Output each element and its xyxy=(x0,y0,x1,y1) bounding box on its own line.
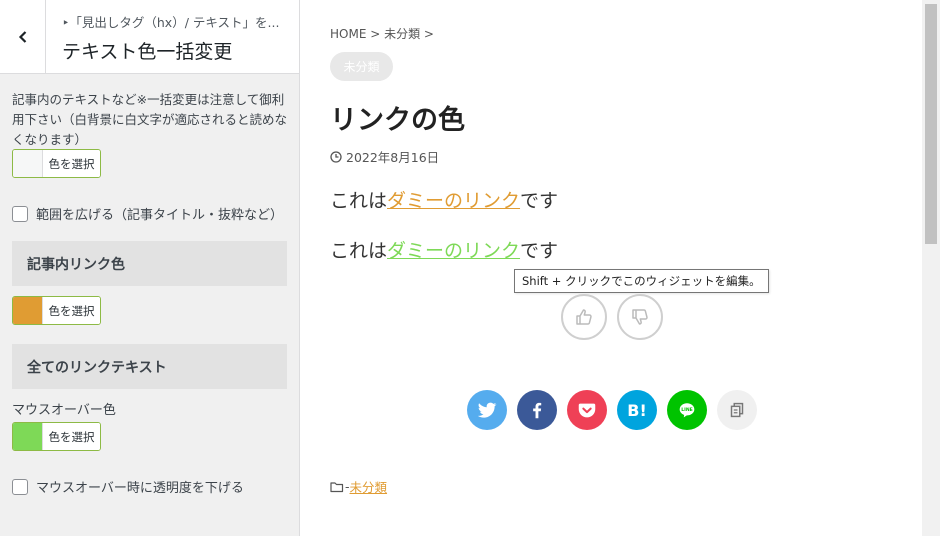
hover-color-picker-button[interactable]: 色を選択 xyxy=(12,422,101,451)
hatena-bookmark-icon: B! xyxy=(627,400,647,420)
hover-color-picker-label: 色を選択 xyxy=(43,423,100,450)
pocket-icon xyxy=(578,403,596,418)
text-color-description: 記事内のテキストなど※一括変更は注意して御利用下さい（白背景に白文字が適応される… xyxy=(12,92,288,147)
text-color-picker-button[interactable]: 色を選択 xyxy=(12,149,101,178)
copy-share-button[interactable] xyxy=(717,390,757,430)
link-color-swatch xyxy=(13,297,43,324)
back-button[interactable] xyxy=(0,0,46,74)
twitter-share-button[interactable] xyxy=(467,390,507,430)
text-color-swatch xyxy=(13,150,43,177)
footer-category-link[interactable]: 未分類 xyxy=(350,477,388,496)
breadcrumb-category-link[interactable]: 未分類 xyxy=(384,27,420,41)
preview-scrollbar-thumb[interactable] xyxy=(925,4,937,244)
category-badge[interactable]: 未分類 xyxy=(330,52,393,81)
breadcrumb: HOME > 未分類 > xyxy=(330,25,434,42)
customizer-panel: ‣「見出しタグ（hx）/ テキスト」を... テキスト色一括変更 記事内のテキス… xyxy=(0,0,300,536)
site-preview: HOME > 未分類 > 未分類 リンクの色 2022年8月16日 これはダミー… xyxy=(300,0,922,536)
pocket-share-button[interactable] xyxy=(567,390,607,430)
panel-header: ‣「見出しタグ（hx）/ テキスト」を... テキスト色一括変更 xyxy=(0,0,299,74)
line-share-button[interactable]: LINE xyxy=(667,390,707,430)
twitter-icon xyxy=(477,402,497,418)
chevron-left-icon xyxy=(18,31,26,43)
link-color-picker-button[interactable]: 色を選択 xyxy=(12,296,101,325)
thumbs-down-icon xyxy=(632,309,648,325)
breadcrumb-separator: > xyxy=(366,27,385,41)
dummy-link[interactable]: ダミーのリンク xyxy=(387,190,520,212)
facebook-icon xyxy=(533,402,542,419)
hatena-share-button[interactable]: B! xyxy=(617,390,657,430)
breadcrumb-home-link[interactable]: HOME xyxy=(330,27,366,41)
line-icon: LINE xyxy=(679,403,695,418)
widen-range-label: 範囲を広げる（記事タイトル・抜粋など） xyxy=(36,208,284,223)
hover-color-label: マウスオーバー色 xyxy=(12,403,116,418)
hover-opacity-checkbox[interactable] xyxy=(12,478,28,495)
post-paragraph: これはダミーのリンクです xyxy=(330,186,558,213)
widget-edit-tooltip: Shift + クリックでこのウィジェットを編集。 xyxy=(514,269,769,293)
paragraph-text: です xyxy=(520,190,559,212)
hover-color-swatch xyxy=(13,423,43,450)
link-color-picker-label: 色を選択 xyxy=(43,297,100,324)
section-title: テキスト色一括変更 xyxy=(62,41,233,63)
paragraph-text: これは xyxy=(330,240,388,262)
line-label: LINE xyxy=(681,407,693,413)
breadcrumb-separator: > xyxy=(420,27,434,41)
facebook-share-button[interactable] xyxy=(517,390,557,430)
copy-icon xyxy=(730,402,744,418)
all-links-heading: 全てのリンクテキスト xyxy=(12,344,287,389)
post-title: リンクの色 xyxy=(330,105,465,136)
thumbs-up-icon xyxy=(576,309,592,325)
post-date: 2022年8月16日 xyxy=(330,147,439,166)
dislike-button[interactable] xyxy=(617,294,663,340)
widen-range-option: 範囲を広げる（記事タイトル・抜粋など） xyxy=(12,204,283,223)
link-color-heading: 記事内リンク色 xyxy=(12,241,287,286)
dummy-link-hover[interactable]: ダミーのリンク xyxy=(387,240,520,262)
hover-opacity-label: マウスオーバー時に透明度を下げる xyxy=(36,481,244,496)
widen-range-checkbox[interactable] xyxy=(12,205,28,222)
folder-icon xyxy=(330,481,344,492)
post-date-text: 2022年8月16日 xyxy=(346,150,440,165)
paragraph-text: です xyxy=(520,240,559,262)
text-color-picker-label: 色を選択 xyxy=(43,150,100,177)
clock-icon xyxy=(330,150,342,163)
paragraph-text: これは xyxy=(330,190,388,212)
like-button[interactable] xyxy=(561,294,607,340)
post-category-footer: - 未分類 xyxy=(330,477,387,496)
hover-opacity-option: マウスオーバー時に透明度を下げる xyxy=(12,477,244,496)
section-breadcrumb: ‣「見出しタグ（hx）/ テキスト」を... xyxy=(62,15,280,30)
post-paragraph: これはダミーのリンクです xyxy=(330,236,558,263)
